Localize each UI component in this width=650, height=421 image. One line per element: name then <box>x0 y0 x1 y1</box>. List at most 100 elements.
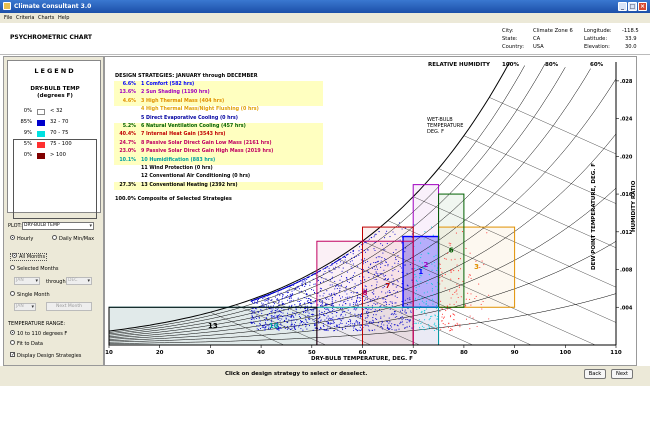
hour-point <box>336 324 338 326</box>
hour-point <box>357 316 359 318</box>
hour-point <box>332 316 334 318</box>
strategy-row[interactable]: 24.7% 8 Passive Solar Direct Gain Low Mas… <box>114 139 323 149</box>
hour-point <box>381 310 383 313</box>
hour-point <box>429 299 431 301</box>
hour-point <box>428 326 430 328</box>
hour-point <box>270 305 272 307</box>
hour-point <box>364 285 366 287</box>
hour-point <box>350 319 352 321</box>
hour-point <box>401 312 403 314</box>
hour-point <box>337 325 339 327</box>
hour-point <box>326 320 328 323</box>
strategy-row[interactable]: 4.6% 3 High Thermal Mass (404 hrs) <box>114 97 323 107</box>
hour-point <box>330 294 332 296</box>
strategy-label: 7 Internal Heat Gain (3543 hrs) <box>141 132 226 138</box>
strategy-row[interactable]: 23.0% 9 Passive Solar Direct Gain High Ma… <box>114 148 323 157</box>
strategy-row[interactable]: 27.3% 13 Conventional Heating (2392 hrs) <box>114 181 323 191</box>
hour-point <box>296 319 298 321</box>
hour-point <box>345 276 347 279</box>
hour-point <box>383 269 385 271</box>
zone-8-label: 8 <box>363 289 368 297</box>
hour-point <box>367 271 369 273</box>
hour-point <box>418 319 420 321</box>
hour-point <box>404 311 406 313</box>
hour-point <box>401 242 403 244</box>
strategy-row[interactable]: 13.6% 2 Sun Shading (1190 hrs) <box>114 89 323 98</box>
hour-point <box>367 313 369 315</box>
strategy-row[interactable]: 5.2% 6 Natural Ventilation Cooling (457 h… <box>114 123 323 132</box>
next-button[interactable]: Next <box>611 369 633 379</box>
hour-point <box>336 288 338 290</box>
hour-point <box>350 291 352 293</box>
hour-point <box>282 296 284 298</box>
hour-point <box>314 283 316 285</box>
hour-point <box>327 311 329 313</box>
hour-point <box>331 264 333 266</box>
hour-point <box>455 301 457 303</box>
hour-point <box>405 319 407 321</box>
hour-point <box>305 311 307 313</box>
hour-point <box>332 321 334 323</box>
hour-point <box>469 328 471 330</box>
hour-point <box>299 316 301 318</box>
hour-point <box>444 257 446 259</box>
hour-point <box>255 298 257 300</box>
hour-point <box>414 268 416 270</box>
hour-point <box>381 321 383 323</box>
hour-point <box>357 284 359 286</box>
hour-point <box>355 255 357 257</box>
strategy-row[interactable]: 40.4% 7 Internal Heat Gain (3543 hrs) <box>114 131 323 140</box>
strategy-row[interactable]: 5 Direct Evaporative Cooling (0 hrs) <box>114 114 323 123</box>
hour-point <box>359 315 361 317</box>
hour-point <box>418 296 420 298</box>
hour-point <box>343 256 345 258</box>
hour-point <box>292 294 294 296</box>
hour-point <box>344 325 346 327</box>
hour-point <box>386 327 388 329</box>
strategy-row[interactable]: 11 Wind Protection (0 hrs) <box>114 165 323 174</box>
hour-point <box>309 318 311 320</box>
hour-point <box>431 315 433 317</box>
hour-point <box>345 303 347 305</box>
hour-point <box>375 257 377 259</box>
hour-point <box>292 325 294 327</box>
hour-point <box>304 315 306 317</box>
hour-point <box>392 283 394 285</box>
hour-point <box>253 312 255 314</box>
hour-point <box>341 296 343 298</box>
back-button[interactable]: Back <box>584 369 606 379</box>
hour-point <box>410 302 412 304</box>
hour-point <box>375 271 377 273</box>
hour-point <box>336 284 338 286</box>
strategy-row[interactable]: 4 High Thermal Mass/Night Flushing (0 hr… <box>114 106 323 115</box>
hour-point <box>386 296 388 298</box>
hour-point <box>293 316 295 319</box>
hour-point <box>257 301 259 303</box>
hour-point <box>405 312 407 314</box>
hour-point <box>289 294 291 296</box>
hour-point <box>423 302 425 304</box>
strategy-row[interactable]: 6.6% 1 Comfort (582 hrs) <box>114 81 323 90</box>
hour-point <box>389 308 391 310</box>
hour-point <box>330 279 332 281</box>
hour-point <box>415 290 417 292</box>
hour-point <box>278 289 280 291</box>
hour-point <box>283 308 285 310</box>
hour-point <box>367 304 369 307</box>
hour-point <box>374 310 376 312</box>
strategy-row[interactable]: 12 Conventional Air Conditioning (0 hrs) <box>114 173 323 182</box>
hour-point <box>282 293 284 295</box>
hour-point <box>371 321 373 323</box>
hour-point <box>291 284 293 286</box>
hour-point <box>352 325 354 327</box>
hour-point <box>293 289 295 291</box>
hour-point <box>380 323 383 325</box>
hour-point <box>274 312 276 314</box>
strategy-row[interactable]: 10.1% 10 Humidification (883 hrs) <box>114 156 323 165</box>
hour-point <box>371 292 373 294</box>
hour-point <box>285 295 287 298</box>
hour-point <box>251 300 253 302</box>
x-tick-label: 40 <box>257 350 265 356</box>
hour-point <box>414 259 416 261</box>
status-message: Click on design strategy to select or de… <box>225 371 368 377</box>
